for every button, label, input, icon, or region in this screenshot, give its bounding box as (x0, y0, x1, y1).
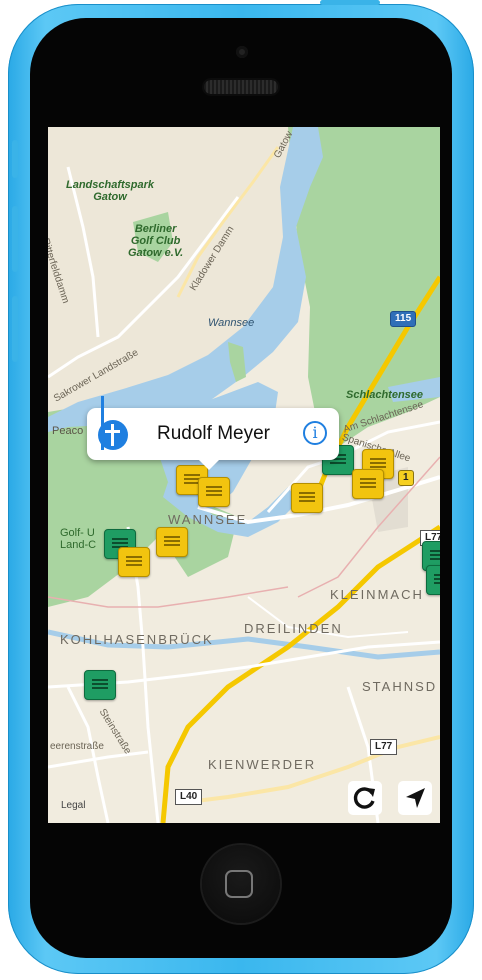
mute-switch (12, 140, 18, 178)
road-shield-l40: L40 (175, 789, 203, 805)
map-label-kohlhasenbrueck: KOHLHASENBRÜCK (60, 632, 214, 647)
map-label-golf-club: Berliner Golf Club Gatow e.V. (128, 223, 184, 259)
refresh-button[interactable] (348, 781, 382, 815)
map-label-dreilinden: DREILINDEN (244, 621, 343, 636)
road-shield-1: 1 (398, 470, 414, 486)
map-marker-green[interactable] (84, 670, 116, 700)
volume-down-button (12, 296, 18, 362)
map-screen[interactable]: Landschaftspark Gatow Berliner Golf Club… (48, 127, 440, 823)
map-label-wannsee-lake: Wannsee (208, 317, 255, 329)
map-marker-yellow[interactable] (118, 547, 150, 577)
map-label-landschaftspark: Landschaftspark Gatow (66, 179, 155, 203)
map-label-schlachtensee: Schlachtensee (346, 389, 424, 401)
map-marker-green[interactable] (426, 565, 440, 595)
marker-callout[interactable]: Rudolf Meyer i (87, 396, 339, 470)
location-arrow-icon (406, 788, 425, 808)
map-marker-yellow[interactable] (156, 527, 188, 557)
road-shield-l77: L77 (370, 739, 398, 755)
volume-up-button (12, 206, 18, 272)
earpiece-speaker (204, 80, 278, 94)
map-marker-yellow[interactable] (291, 483, 323, 513)
callout-title: Rudolf Meyer (157, 423, 270, 444)
map-label-peaco: Peaco (52, 425, 84, 437)
map-label-kleinmach: KLEINMACH (330, 587, 424, 602)
refresh-icon (353, 787, 375, 809)
road-shield-a115: 115 (390, 311, 417, 327)
map-label-stahnsd: STAHNSD (362, 679, 438, 694)
cross-icon (98, 420, 128, 450)
map-label-wannsee-place: WANNSEE (168, 512, 248, 527)
power-button (320, 0, 380, 5)
map-marker-yellow[interactable] (198, 477, 230, 507)
front-camera (236, 46, 248, 58)
map-label-kienwerder: KIENWERDER (208, 757, 317, 772)
home-button-icon (225, 870, 253, 898)
map-label-eerenstrasse: eerenstraße (50, 741, 104, 752)
info-button[interactable]: i (303, 421, 327, 445)
legal-link[interactable]: Legal (61, 800, 85, 811)
map-marker-yellow[interactable] (352, 469, 384, 499)
map-label-golf: Golf- U Land-C (60, 527, 97, 551)
locate-button[interactable] (398, 781, 432, 815)
